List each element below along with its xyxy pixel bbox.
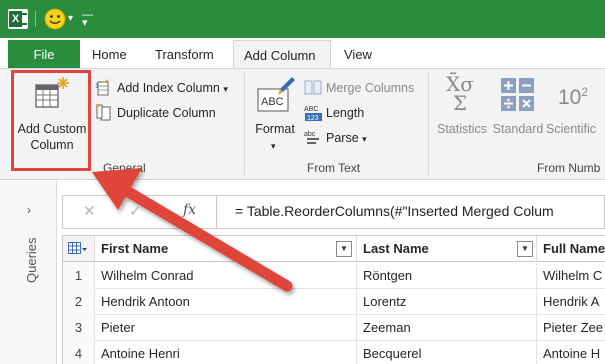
length-button[interactable]: Length [326,102,364,124]
table-row[interactable]: 3 Pieter Zeeman Pieter Zee [63,315,605,341]
svg-text:1: 1 [95,83,99,90]
format-button[interactable]: Format [250,121,300,137]
row-number: 4 [63,341,95,364]
cell-last-name[interactable]: Lorentz [357,289,537,315]
filter-dropdown-icon[interactable]: ▼ [336,241,352,257]
add-custom-column-highlight [11,70,91,171]
formula-buttons: ✕ ✓ fx [63,196,217,228]
parse-label: Parse [326,131,359,145]
column-header-label: First Name [101,241,169,256]
tab-view[interactable]: View [334,40,382,69]
quick-access-divider [35,11,36,27]
row-number: 2 [63,289,95,315]
excel-icon[interactable]: X [8,9,28,29]
table-icon [68,242,87,254]
tab-file[interactable]: File [8,40,80,69]
ribbon-tabs: File Home Transform Add Column View [0,38,605,69]
cell-last-name[interactable]: Zeeman [357,315,537,341]
svg-text:ABC: ABC [304,106,318,113]
column-header-label: Full Name [543,241,605,256]
group-divider [244,73,245,175]
format-icon: ABC [257,77,295,112]
formula-bar: ✕ ✓ fx = Table.ReorderColumns(#"Inserted… [62,195,605,229]
duplicate-column-button[interactable]: Duplicate Column [117,102,216,124]
svg-text:123: 123 [307,115,319,122]
column-header-label: Last Name [363,241,429,256]
table-select-all[interactable] [63,236,95,262]
column-header-first-name[interactable]: First Name ▼ [95,236,357,262]
confirm-icon[interactable]: ✓ [129,202,142,220]
length-icon: ABC 123 [304,106,322,122]
data-grid: First Name ▼ Last Name ▼ Full Name 1 Wil… [62,235,605,364]
customize-quick-access-icon[interactable]: — ▾ [82,10,93,29]
filter-dropdown-icon[interactable]: ▼ [517,241,533,257]
queries-label[interactable]: Queries [24,237,39,283]
table-row[interactable]: 4 Antoine Henri Becquerel Antoine H [63,341,605,364]
add-index-column-label: Add Index Column [117,81,220,95]
cancel-icon[interactable]: ✕ [83,202,96,220]
duplicate-column-icon [95,104,111,121]
format-chevron-down-icon[interactable]: ▾ [271,141,276,152]
tab-transform[interactable]: Transform [145,40,224,69]
scientific-icon: 102 [558,85,589,109]
row-number: 3 [63,315,95,341]
scientific-button[interactable]: Scientific [546,121,605,137]
parse-icon: abc [304,131,319,144]
merge-columns-button[interactable]: Merge Columns [326,77,414,99]
formula-input[interactable]: = Table.ReorderColumns(#"Inserted Merged… [235,203,554,219]
table-row[interactable]: 2 Hendrik Antoon Lorentz Hendrik A [63,289,605,315]
cell-full-name[interactable]: Wilhelm C [537,263,605,289]
cell-first-name[interactable]: Antoine Henri [95,341,357,364]
chevron-down-icon: ▾ [362,134,367,144]
tab-home[interactable]: Home [82,40,137,69]
queries-pane: › Queries [0,181,57,364]
group-label-from-number: From Numb [537,161,601,175]
fx-icon[interactable]: fx [183,202,196,218]
standard-icon [501,78,534,111]
smiley-dropdown-icon[interactable]: ▾ [68,13,73,24]
statistics-button[interactable]: Statistics [432,121,492,137]
cell-full-name[interactable]: Antoine H [537,341,605,364]
expand-chevron-icon[interactable]: › [27,203,31,217]
table-row[interactable]: 1 Wilhelm Conrad Röntgen Wilhelm C [63,263,605,289]
cell-full-name[interactable]: Pieter Zee [537,315,605,341]
cell-first-name[interactable]: Hendrik Antoon [95,289,357,315]
svg-text:ABC: ABC [261,96,284,108]
cell-first-name[interactable]: Wilhelm Conrad [95,263,357,289]
cell-full-name[interactable]: Hendrik A [537,289,605,315]
group-label-from-text: From Text [307,161,361,175]
group-label-general: General [103,161,146,175]
standard-button[interactable]: Standard [488,121,548,137]
statistics-icon: X̄σ Σ [446,72,474,115]
merge-columns-icon [304,80,322,95]
parse-button[interactable]: Parse ▾ [326,127,367,149]
title-bar: X ▾ — ▾ [0,0,605,38]
row-number: 1 [63,263,95,289]
svg-text:abc: abc [304,131,316,138]
cell-last-name[interactable]: Röntgen [357,263,537,289]
column-header-full-name[interactable]: Full Name [537,236,605,262]
column-header-last-name[interactable]: Last Name ▼ [357,236,537,262]
add-index-column-icon: 1 [95,79,109,96]
group-divider [428,73,429,175]
cell-first-name[interactable]: Pieter [95,315,357,341]
add-index-column-button[interactable]: Add Index Column ▾ [117,77,228,99]
cell-last-name[interactable]: Becquerel [357,341,537,364]
smiley-icon[interactable] [44,8,66,30]
tab-add-column[interactable]: Add Column [233,40,331,69]
chevron-down-icon: ▾ [223,84,228,94]
